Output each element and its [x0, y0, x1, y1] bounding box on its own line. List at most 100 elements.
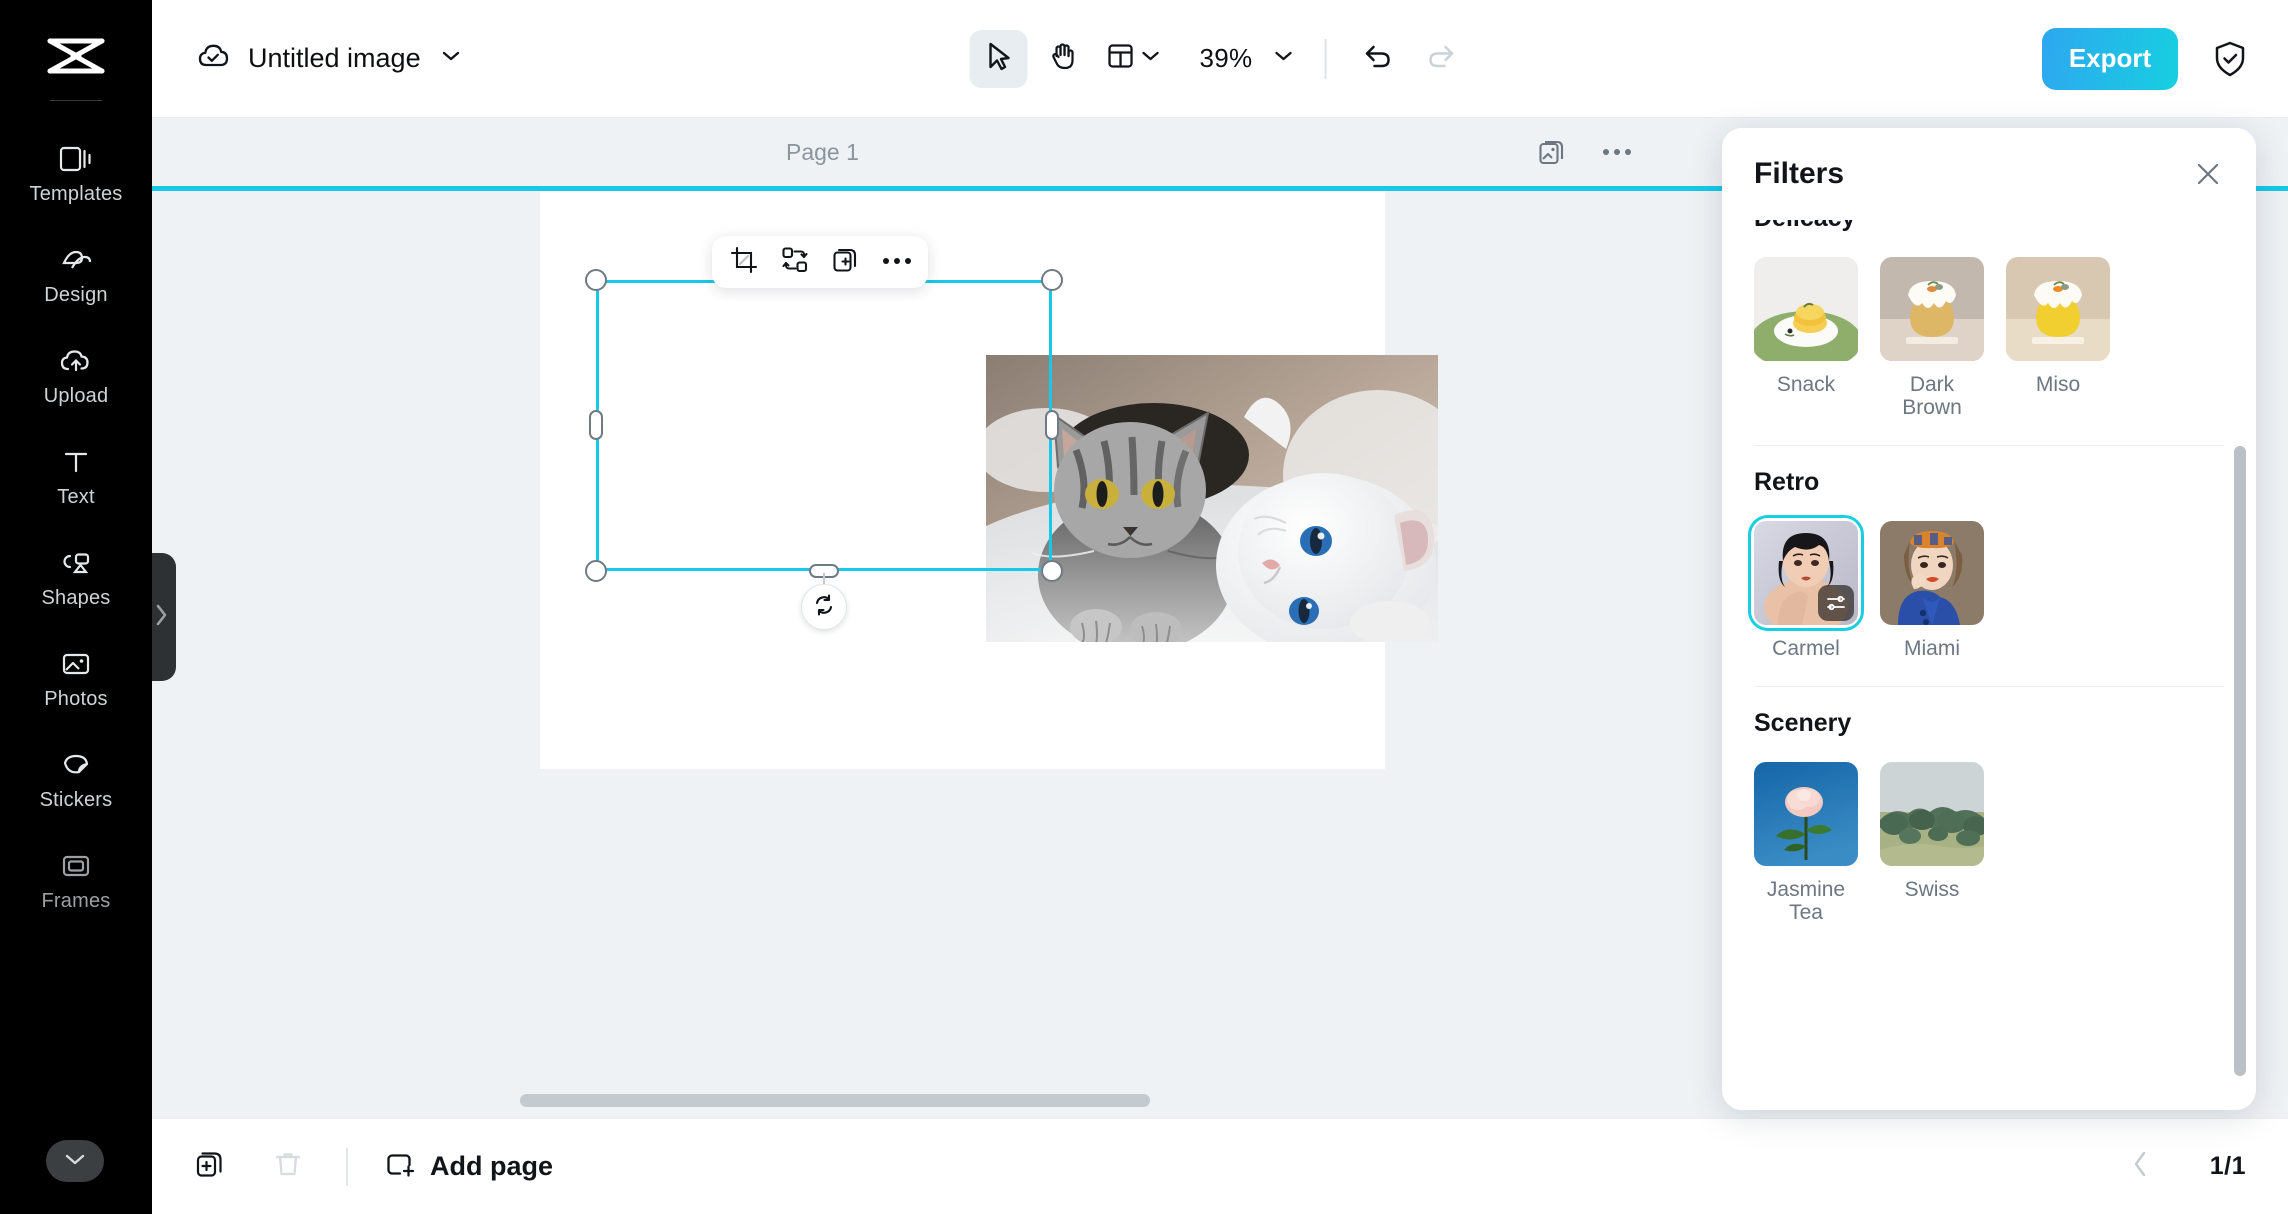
filter-item-jasmine-tea[interactable]: Jasmine Tea — [1754, 762, 1858, 924]
sidebar-item-label: Text — [57, 485, 95, 508]
prev-page-button[interactable] — [2114, 1141, 2166, 1193]
capcut-logo-icon[interactable] — [42, 28, 110, 84]
more-dots-icon — [882, 253, 912, 271]
crop-button[interactable] — [722, 242, 766, 282]
page-canvas[interactable] — [540, 191, 1438, 769]
undo-icon — [1361, 41, 1393, 76]
add-page-button[interactable]: Add page — [380, 1149, 553, 1184]
sidebar-item-label: Upload — [43, 384, 109, 407]
page-more-icon[interactable] — [1601, 147, 1633, 157]
miso-thumb — [2006, 257, 2110, 361]
replace-button[interactable] — [773, 242, 817, 282]
hand-tool-button[interactable] — [1034, 30, 1092, 88]
adjust-sliders-icon[interactable] — [1818, 585, 1854, 622]
rotate-handle[interactable] — [801, 584, 847, 630]
filter-item-dark-brown[interactable]: Dark Brown — [1880, 257, 1984, 419]
chevron-down-icon[interactable] — [439, 48, 463, 69]
sidebar-divider — [50, 100, 102, 101]
left-sidebar: Templates Design Upload Text Shapes Phot… — [0, 0, 152, 1214]
sidebar-item-label: Stickers — [39, 788, 113, 811]
filter-item-carmel[interactable]: Carmel — [1748, 515, 1864, 660]
sidebar-item-label: Templates — [29, 182, 123, 205]
redo-button[interactable] — [1412, 30, 1470, 88]
resize-handle-right[interactable] — [1045, 410, 1059, 440]
resize-handle-top-left[interactable] — [585, 269, 607, 291]
filters-list[interactable]: Delicacy — [1722, 220, 2256, 1110]
sidebar-item-shapes[interactable]: Shapes — [0, 527, 152, 628]
filter-label: Snack — [1776, 373, 1836, 396]
filters-panel-scrollbar[interactable] — [2234, 446, 2246, 1076]
sidebar-item-text[interactable]: Text — [0, 426, 152, 527]
sidebar-item-templates[interactable]: Templates — [0, 123, 152, 224]
filter-item-snack[interactable]: Snack — [1754, 257, 1858, 419]
resize-handle-top-right[interactable] — [1041, 269, 1063, 291]
filter-label: Jasmine Tea — [1766, 878, 1846, 925]
jasmine-tea-thumb — [1754, 762, 1858, 867]
shield-check-icon[interactable] — [2212, 39, 2248, 79]
layout-dropdown[interactable] — [1098, 41, 1170, 76]
design-icon — [59, 243, 93, 277]
zoom-dropdown[interactable]: 39% — [1192, 43, 1303, 74]
sidebar-more-button[interactable] — [46, 1140, 104, 1182]
export-button[interactable]: Export — [2042, 27, 2178, 90]
photos-icon — [59, 647, 93, 681]
resize-handle-bottom-right[interactable] — [1041, 560, 1063, 582]
page-count: 1/1 — [2209, 1152, 2246, 1180]
sidebar-item-frames[interactable]: Frames — [0, 830, 152, 931]
chevron-down-icon — [1272, 48, 1294, 69]
snack-thumb — [1754, 257, 1858, 361]
close-icon[interactable] — [2186, 152, 2230, 196]
upload-cloud-icon — [59, 344, 93, 378]
redo-icon — [1425, 41, 1457, 76]
thumb-wrap — [1754, 762, 1858, 867]
filters-panel-title: Filters — [1754, 157, 1845, 190]
filter-label: Swiss — [1904, 878, 1960, 902]
filters-section-delicacy: Snack Dark Brown Miso — [1754, 257, 2224, 419]
thumb-wrap — [2006, 257, 2110, 361]
object-float-toolbar — [712, 236, 928, 288]
layout-icon — [1106, 41, 1136, 76]
toolbar-divider — [1324, 38, 1327, 79]
sidebar-item-photos[interactable]: Photos — [0, 628, 152, 729]
sidebar-item-upload[interactable]: Upload — [0, 325, 152, 426]
canvas-hscrollbar[interactable] — [520, 1094, 1150, 1107]
filters-section-title: Delicacy — [1754, 220, 2224, 233]
cats-photo[interactable] — [986, 355, 1438, 642]
more-button[interactable] — [875, 242, 919, 282]
templates-icon — [59, 142, 93, 176]
resize-handle-left[interactable] — [589, 410, 603, 440]
bottom-toolbar: Add page 1/1 — [152, 1118, 2288, 1214]
add-page-label: Add page — [430, 1151, 554, 1181]
hand-icon — [1048, 40, 1078, 77]
stickers-icon — [59, 748, 93, 782]
duplicate-button[interactable] — [824, 242, 868, 282]
miami-thumb — [1880, 521, 1984, 626]
top-toolbar: Untitled image 39% Export — [152, 0, 2288, 118]
cursor-arrow-icon — [984, 40, 1014, 77]
copy-image-icon[interactable] — [1537, 137, 1567, 167]
page-label: Page 1 — [786, 138, 859, 165]
filter-label: Miami — [1904, 637, 1960, 661]
filter-label: Miso — [2035, 373, 2081, 396]
filter-item-miami[interactable]: Miami — [1880, 521, 1984, 660]
duplicate-page-button[interactable] — [184, 1141, 236, 1193]
filter-item-swiss[interactable]: Swiss — [1880, 762, 1984, 924]
sidebar-item-label: Design — [44, 283, 108, 306]
section-divider — [1754, 686, 2224, 688]
bottom-divider — [346, 1147, 348, 1186]
select-tool-button[interactable] — [969, 29, 1028, 88]
filters-panel-header: Filters — [1722, 128, 2256, 220]
sidebar-item-stickers[interactable]: Stickers — [0, 729, 152, 830]
thumb-wrap — [1880, 762, 1984, 867]
sidebar-item-design[interactable]: Design — [0, 224, 152, 325]
sidebar-item-label: Frames — [41, 889, 111, 912]
chevron-down-icon — [1140, 48, 1162, 69]
filter-item-miso[interactable]: Miso — [2006, 257, 2110, 419]
undo-button[interactable] — [1348, 30, 1406, 88]
document-name-button[interactable]: Untitled image — [196, 40, 463, 77]
thumb-wrap — [1880, 257, 1984, 361]
delete-page-button[interactable] — [262, 1141, 314, 1193]
filters-section-retro: Carmel Miami — [1748, 515, 2224, 660]
resize-handle-bottom-left[interactable] — [585, 560, 607, 582]
filters-panel: Filters Delicacy — [1722, 128, 2256, 1110]
